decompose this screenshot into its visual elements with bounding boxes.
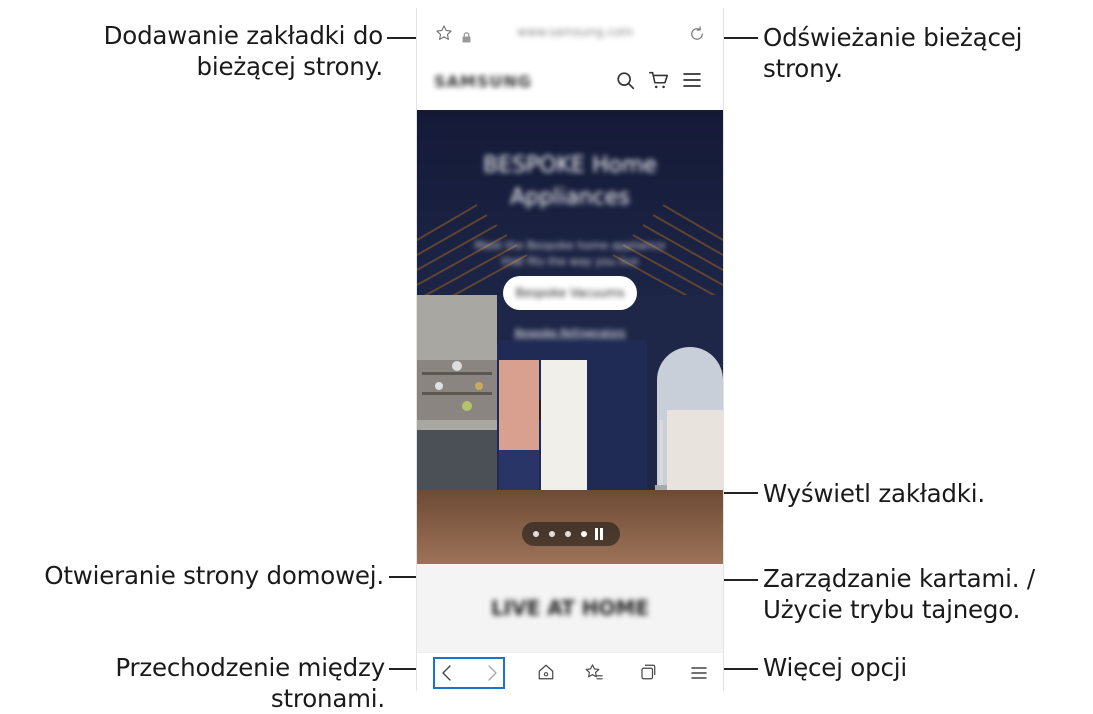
- callout-more-options: Więcej opcji: [763, 653, 907, 682]
- pager-dot-active[interactable]: [581, 531, 587, 537]
- hero-secondary-link[interactable]: Bespoke Refrigerators: [513, 328, 627, 339]
- bottom-toolbar: [417, 652, 723, 691]
- url-text[interactable]: www.samsung.com: [517, 25, 633, 39]
- hero-subtext: Meet the Bespoke home appliance that fit…: [474, 239, 666, 268]
- tabs-icon[interactable]: [639, 663, 657, 685]
- address-bar: www.samsung.com: [417, 8, 723, 54]
- pager-dot[interactable]: [533, 531, 539, 537]
- hero-cta-button[interactable]: Bespoke Vacuums: [503, 276, 637, 310]
- refresh-icon[interactable]: [688, 25, 706, 47]
- cart-icon[interactable]: [648, 69, 670, 95]
- pause-icon[interactable]: [594, 525, 604, 544]
- callout-view-bookmarks: Wyświetl zakładki.: [763, 479, 985, 508]
- hero-heading: BESPOKE Home Appliances: [483, 153, 657, 210]
- content-section: LIVE AT HOME: [417, 564, 723, 652]
- callout-tabs: Zarządzanie kartami. / Użycie trybu tajn…: [763, 564, 1035, 624]
- home-icon[interactable]: [537, 663, 555, 685]
- pager-dot[interactable]: [565, 531, 571, 537]
- callout-bookmark: Dodawanie zakładki do bieżącej strony.: [5, 20, 384, 82]
- lock-icon: [462, 28, 471, 47]
- carousel-pager: [522, 522, 620, 546]
- hero-banner[interactable]: BESPOKE Home Appliances Meet the Bespoke…: [417, 110, 723, 564]
- callout-refresh: Odświeżanie bieżącej strony.: [763, 23, 1023, 83]
- star-outline-icon[interactable]: [435, 24, 453, 46]
- search-icon[interactable]: [615, 70, 637, 96]
- more-menu-icon[interactable]: [691, 665, 707, 684]
- pager-dot[interactable]: [549, 531, 555, 537]
- menu-icon[interactable]: [683, 72, 701, 92]
- site-logo[interactable]: SAMSUNG: [434, 72, 532, 91]
- callout-navigation: Przechodzenie między stronami.: [115, 653, 385, 713]
- navigation-group: [433, 657, 505, 689]
- back-icon[interactable]: [440, 665, 454, 685]
- callout-bookmark-text: Dodawanie zakładki do bieżącej strony.: [103, 21, 384, 81]
- callout-home: Otwieranie strony domowej.: [44, 561, 384, 590]
- hero-cta-label: Bespoke Vacuums: [515, 286, 625, 300]
- section-heading: LIVE AT HOME: [490, 596, 650, 620]
- bookmarks-icon[interactable]: [584, 663, 604, 685]
- site-header: SAMSUNG: [417, 54, 723, 110]
- browser-screen: www.samsung.com SAMSUNG BESPOKE Home App…: [416, 8, 724, 691]
- forward-icon[interactable]: [485, 665, 499, 685]
